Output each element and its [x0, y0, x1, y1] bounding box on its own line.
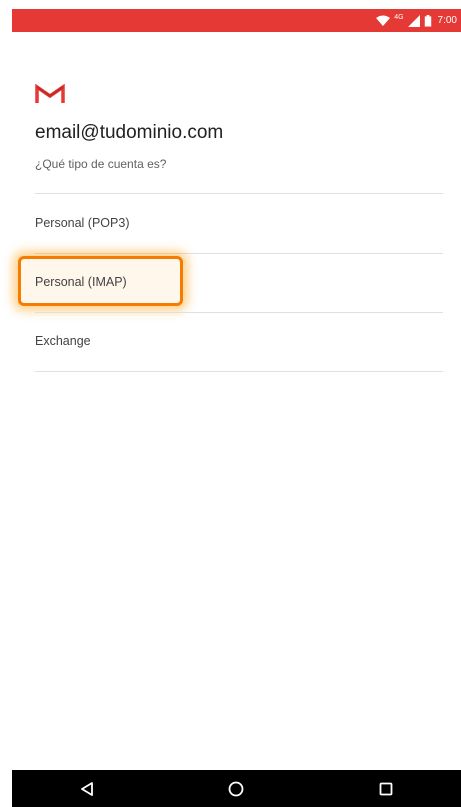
- home-icon: [229, 781, 244, 796]
- divider: [35, 312, 443, 313]
- divider: [35, 371, 443, 372]
- option-personal-pop3[interactable]: Personal (POP3): [35, 216, 129, 230]
- status-bar: 4G 7:00: [12, 9, 461, 32]
- status-time: 7:00: [437, 15, 457, 26]
- account-type-question: ¿Qué tipo de cuenta es?: [35, 157, 167, 171]
- back-button[interactable]: [67, 774, 107, 804]
- signal-icon: [407, 14, 420, 27]
- recents-icon: [379, 782, 393, 795]
- screen: 4G 7:00 email@tudominio.com ¿Qué tipo de…: [0, 0, 461, 807]
- navigation-bar: [12, 770, 461, 807]
- battery-icon: [424, 14, 431, 27]
- divider: [35, 193, 443, 194]
- divider: [35, 253, 443, 254]
- gmail-logo-icon: [35, 84, 65, 103]
- back-icon: [80, 781, 93, 796]
- wifi-icon: [376, 15, 391, 26]
- network-type-label: 4G: [394, 14, 404, 21]
- option-exchange[interactable]: Exchange: [35, 334, 91, 348]
- home-button[interactable]: [216, 774, 256, 804]
- account-email: email@tudominio.com: [35, 122, 224, 143]
- option-personal-imap[interactable]: Personal (IMAP): [35, 275, 127, 289]
- recents-button[interactable]: [366, 774, 406, 804]
